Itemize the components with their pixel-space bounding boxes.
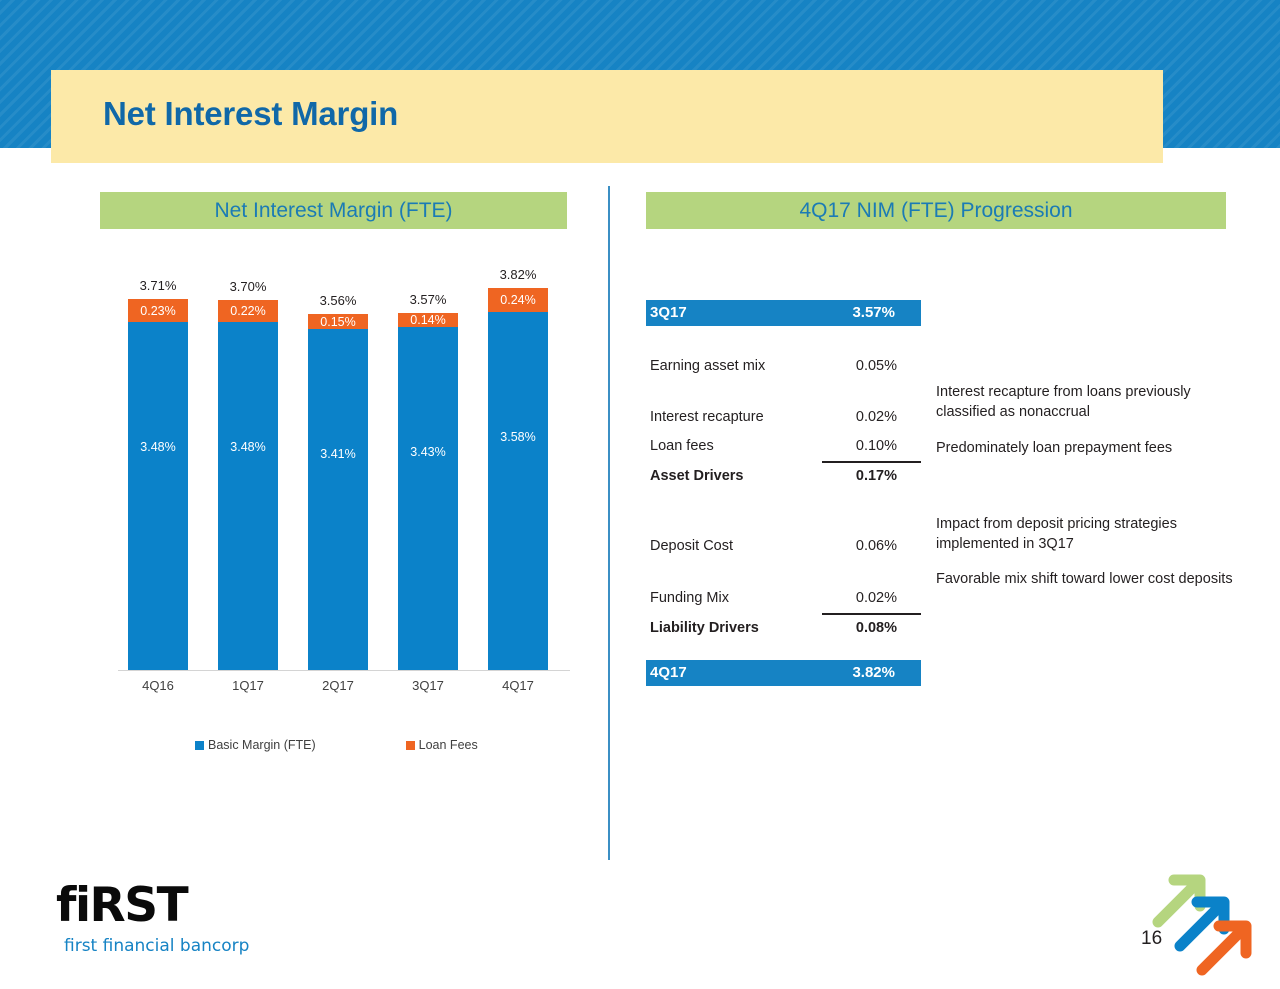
row-liability-drivers-total: Liability Drivers 0.08%: [646, 620, 1226, 640]
bar-total-label: 3.56%: [319, 293, 357, 308]
end-band-value: 3.82%: [852, 664, 895, 681]
bar-segment-basic-margin: 3.58%: [488, 312, 548, 670]
legend-label-loan-fees: Loan Fees: [418, 738, 478, 752]
legend-item-loan-fees: Loan Fees: [405, 738, 478, 752]
row-asset-drivers-total: Asset Drivers 0.17%: [646, 468, 1226, 488]
row-value: 0.06%: [855, 538, 897, 554]
legend-item-basic-margin: Basic Margin (FTE): [195, 738, 316, 752]
x-axis-tick-label: 1Q17: [232, 678, 264, 693]
row-interest-recapture: Interest recapture 0.02% Interest recapt…: [646, 384, 1226, 429]
nim-stacked-bar-chart: 3.71% 0.23% 3.48% 3.70% 0.22% 3.48% 3.56% 0.15%…: [100, 267, 580, 700]
row-value: 0.10%: [855, 438, 897, 454]
asset-drivers-rule: [822, 461, 921, 463]
chart-legend: Basic Margin (FTE) Loan Fees: [100, 738, 580, 752]
bar-segment-label: 3.43%: [410, 445, 446, 459]
bar-segment-basic-margin: 3.41%: [308, 329, 368, 670]
row-label: Earning asset mix: [650, 358, 766, 374]
bar-total-label: 3.70%: [229, 279, 267, 294]
x-axis-tick-label: 4Q17: [502, 678, 534, 693]
x-axis-tick-label: 2Q17: [322, 678, 354, 693]
row-label: Interest recapture: [650, 409, 764, 425]
liability-drivers-rule: [822, 613, 921, 615]
bar-stack: 0.15% 3.41%: [308, 314, 368, 670]
start-band-value: 3.57%: [852, 304, 895, 321]
company-logo-tagline: first financial bancorp: [64, 936, 250, 956]
bar-segment-label: 0.14%: [410, 313, 446, 327]
row-deposit-cost: Deposit Cost 0.06% Impact from deposit p…: [646, 516, 1226, 558]
bar-segment-label: 0.15%: [320, 314, 356, 329]
row-value: 0.02%: [855, 590, 897, 606]
row-note: Favorable mix shift toward lower cost de…: [936, 571, 1233, 587]
bar-segment-loan-fees: 0.24%: [488, 288, 548, 312]
bar-segment-label: 3.48%: [140, 440, 176, 454]
bar-segment-label: 3.58%: [500, 430, 536, 444]
row-label: Asset Drivers: [650, 468, 744, 484]
section-header-nim-progression: 4Q17 NIM (FTE) Progression: [646, 192, 1226, 229]
row-label: Loan fees: [650, 438, 714, 454]
end-band-label: 4Q17: [650, 664, 687, 681]
bar-segment-label: 0.24%: [500, 293, 536, 307]
bar-segment-label: 0.22%: [230, 304, 266, 318]
column-divider: [608, 186, 610, 860]
row-value: 0.05%: [855, 358, 897, 374]
row-note: Predominately loan prepayment fees: [936, 440, 1173, 456]
start-band-label: 3Q17: [650, 304, 687, 321]
row-label: Liability Drivers: [650, 620, 759, 636]
bar-stack: 0.23% 3.48%: [128, 299, 188, 670]
arrows-logo: [1152, 866, 1264, 978]
bar-segment-loan-fees: 0.22%: [218, 300, 278, 322]
row-note: Impact from deposit pricing strategies i…: [936, 516, 1177, 552]
legend-swatch-loan-fees: [405, 740, 415, 750]
bar-stack: 0.24% 3.58%: [488, 288, 548, 670]
bar-segment-loan-fees: 0.15%: [308, 314, 368, 329]
row-earning-asset-mix: Earning asset mix 0.05%: [646, 358, 1226, 378]
bar-segment-loan-fees: 0.14%: [398, 313, 458, 327]
bar-segment-label: 0.23%: [140, 303, 176, 318]
row-value: 0.17%: [855, 468, 897, 484]
x-axis-tick-label: 3Q17: [412, 678, 444, 693]
legend-swatch-basic-margin: [195, 740, 204, 750]
three-arrows-icon: [1152, 874, 1252, 976]
row-value: 0.02%: [855, 409, 897, 425]
bar-total-label: 3.57%: [409, 292, 447, 307]
bar-segment-basic-margin: 3.43%: [398, 327, 458, 670]
row-label: Funding Mix: [650, 590, 729, 606]
bar-total-label: 3.82%: [499, 267, 537, 282]
bar-stack: 0.14% 3.43%: [398, 313, 458, 670]
bar-stack: 0.22% 3.48%: [218, 300, 278, 670]
section-header-net-interest-margin: Net Interest Margin (FTE): [100, 192, 567, 229]
bar-segment-label: 3.41%: [320, 447, 356, 461]
row-value: 0.08%: [855, 620, 897, 636]
company-logo-wordmark: fiRST: [56, 878, 189, 933]
chart-plot-area: 3.71% 0.23% 3.48% 3.70% 0.22% 3.48% 3.56% 0.15%…: [100, 267, 580, 670]
bar-segment-basic-margin: 3.48%: [128, 322, 188, 670]
bar-segment-basic-margin: 3.48%: [218, 322, 278, 670]
x-axis-line: [118, 670, 570, 671]
progression-end-band: 4Q17 3.82%: [646, 660, 921, 686]
row-note: Interest recapture from loans previously…: [936, 384, 1191, 420]
bar-total-label: 3.71%: [139, 278, 177, 293]
legend-label-basic-margin: Basic Margin (FTE): [208, 738, 316, 752]
page-title: Net Interest Margin: [103, 95, 399, 132]
progression-start-band: 3Q17 3.57%: [646, 300, 921, 326]
bar-segment-label: 3.48%: [230, 440, 266, 454]
x-axis-tick-label: 4Q16: [142, 678, 174, 693]
row-funding-mix: Funding Mix 0.02% Favorable mix shift to…: [646, 571, 1233, 610]
bar-segment-loan-fees: 0.23%: [128, 299, 188, 322]
row-label: Deposit Cost: [650, 538, 734, 554]
row-loan-fees: Loan fees 0.10% Predominately loan prepa…: [646, 438, 1226, 458]
